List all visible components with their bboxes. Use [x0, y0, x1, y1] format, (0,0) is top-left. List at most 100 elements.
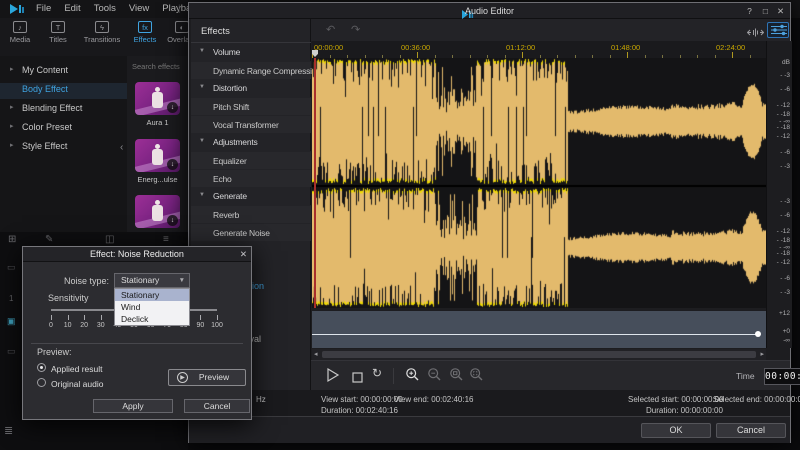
download-icon[interactable]: ↓ [167, 102, 178, 113]
room-tool-icon-3[interactable]: ◫ [105, 234, 114, 245]
room-tool-icon-1[interactable]: ⊞ [8, 234, 16, 245]
divider [393, 368, 394, 384]
download-icon[interactable]: ↓ [167, 159, 178, 170]
thumbnail-label: Energ...ulse [133, 175, 182, 184]
ruler-label: 02:24:00 [716, 43, 745, 52]
tab-effects[interactable]: fxEffects [128, 21, 162, 53]
volume-envelope-lane[interactable] [312, 310, 766, 348]
selected-end: Selected end: 00:00:00:00 [713, 395, 800, 404]
zoom-fit-button[interactable] [469, 367, 484, 387]
maximize-button[interactable]: □ [759, 5, 772, 17]
scrollbar-thumb[interactable] [322, 351, 756, 358]
volume-scale-label: -∞ [768, 337, 790, 344]
zoom-selection-button[interactable] [449, 367, 464, 387]
expand-arrow-icon: ▸ [10, 65, 14, 73]
effect-item-vocal-transformer[interactable]: Vocal Transformer [191, 115, 311, 133]
db-tick-label: - -3 [768, 198, 790, 205]
editor-title: Audio Editor [189, 6, 790, 16]
effect-item-dynamic-range-compression[interactable]: Dynamic Range Compression [191, 61, 311, 79]
radio-applied-result[interactable] [37, 363, 46, 372]
help-button[interactable]: ? [743, 5, 756, 17]
zoom-out-button[interactable] [427, 367, 442, 387]
play-button[interactable] [326, 367, 340, 388]
timeline-ruler[interactable]: 00:00:0000:36:0001:12:0001:48:0002:24:00 [312, 41, 766, 58]
playhead-line[interactable] [314, 58, 316, 308]
effect-section-adjustments[interactable]: ▼Adjustments [191, 133, 311, 151]
room-tool-icon-4[interactable]: ≡ [163, 234, 169, 245]
scroll-right-icon[interactable]: ▸ [760, 350, 764, 358]
download-icon[interactable]: ↓ [167, 215, 178, 226]
option-stationary[interactable]: Stationary [115, 289, 189, 301]
effects-list: ▼VolumeDynamic Range Compression▼Distort… [191, 43, 311, 241]
radio-label[interactable]: Original audio [51, 379, 103, 389]
effect-item-pitch-shift[interactable]: Pitch Shift [191, 97, 311, 115]
tab-media[interactable]: ♪Media [2, 21, 38, 53]
waveform-area[interactable] [312, 58, 766, 308]
scale-tick [217, 315, 218, 320]
effect-section-distortion[interactable]: ▼Distortion [191, 79, 311, 97]
db-tick-label: - -3 [768, 163, 790, 170]
close-button[interactable]: ✕ [774, 5, 787, 17]
db-tick-label: - -12 [768, 228, 790, 235]
mixer-panel-button[interactable] [767, 22, 789, 38]
effect-thumbnail[interactable]: ↓ Energ...ulse [133, 139, 182, 184]
scale-tick [51, 315, 52, 320]
effect-item-equalizer[interactable]: Equalizer [191, 151, 311, 169]
menu-item-file[interactable]: File [36, 3, 51, 14]
effect-section-generate[interactable]: ▼Generate [191, 187, 311, 205]
db-scale: dB- -3- -3- -6- -6- -12- -12- -18- -18- … [766, 41, 792, 348]
option-wind[interactable]: Wind [115, 301, 189, 313]
undo-icon[interactable]: ↶ [326, 23, 335, 36]
effect-thumbnail[interactable]: ↓Aura 1 [133, 82, 182, 127]
noise-type-dropdown[interactable]: Stationary ▼ [114, 273, 190, 288]
dialog-cancel-button[interactable]: Cancel [184, 399, 250, 413]
zoom-in-button[interactable] [405, 367, 420, 387]
effect-section-volume[interactable]: ▼Volume [191, 43, 311, 61]
tab-label: Media [2, 35, 38, 44]
sidebar-item-body-effect[interactable]: Body Effect [0, 83, 127, 99]
room-tool-icon-2[interactable]: ✎ [45, 234, 53, 245]
waveform-canvas[interactable] [312, 58, 766, 308]
radio-label[interactable]: Applied result [51, 364, 103, 374]
search-input[interactable] [132, 60, 184, 72]
tab-titles[interactable]: TTitles [40, 21, 76, 53]
volume-envelope-line[interactable] [312, 334, 758, 335]
sidebar-item-my-content[interactable]: ▸My Content [0, 64, 127, 80]
status-bar: Hz View start: 00:00:00:00 View end: 00:… [191, 390, 790, 416]
stop-button[interactable] [352, 370, 363, 388]
ok-button[interactable]: OK [641, 423, 711, 438]
sidebar-item-blending-effect[interactable]: ▸Blending Effect [0, 102, 127, 118]
db-tick-label: - -18 [768, 124, 790, 131]
horizontal-scrollbar[interactable]: ◂ ▸ [312, 349, 766, 360]
menu-item-view[interactable]: View [129, 3, 149, 14]
menu-item-edit[interactable]: Edit [64, 3, 80, 14]
effect-item-reverb[interactable]: Reverb [191, 205, 311, 223]
editor-titlebar[interactable]: Audio Editor ? □ ✕ [189, 3, 790, 19]
effect-preview-image[interactable]: ↓ [135, 195, 180, 228]
sidebar-item-style-effect[interactable]: ▸Style Effect [0, 140, 127, 156]
dialog-titlebar[interactable]: Effect: Noise Reduction ✕ [23, 247, 251, 262]
dialog-close-icon[interactable]: ✕ [240, 249, 247, 260]
sidebar-item-color-preset[interactable]: ▸Color Preset [0, 121, 127, 137]
tab-transitions[interactable]: ϟTransitions [78, 21, 126, 53]
loop-button[interactable]: ↻ [372, 366, 382, 380]
redo-icon[interactable]: ↷ [351, 23, 360, 36]
menu-item-tools[interactable]: Tools [94, 3, 116, 14]
effect-thumbnail[interactable]: ↓ [133, 195, 182, 228]
time-display[interactable]: 00:00:00:00 [764, 368, 800, 385]
transport-bar: ↻ Time 00:00:00:00 Total: 00:02:40:16 [311, 360, 790, 390]
cancel-button[interactable]: Cancel [716, 423, 786, 438]
effect-preview-image[interactable]: ↓ [135, 139, 180, 172]
tab-label: Titles [40, 35, 76, 44]
volume-envelope-point[interactable] [755, 331, 761, 337]
scroll-left-icon[interactable]: ◂ [314, 350, 318, 358]
apply-button[interactable]: Apply [93, 399, 173, 413]
radio-original-audio[interactable] [37, 378, 46, 387]
option-declick[interactable]: Declick [115, 313, 189, 325]
track-icon-1: ▭ [7, 262, 16, 273]
collapse-panel-icon[interactable]: ‹ [120, 142, 123, 153]
effect-preview-image[interactable]: ↓ [135, 82, 180, 115]
preview-button[interactable]: ▶ Preview [168, 369, 246, 386]
effect-item-echo[interactable]: Echo [191, 169, 311, 187]
effect-item-generate-noise[interactable]: Generate Noise [191, 223, 311, 241]
